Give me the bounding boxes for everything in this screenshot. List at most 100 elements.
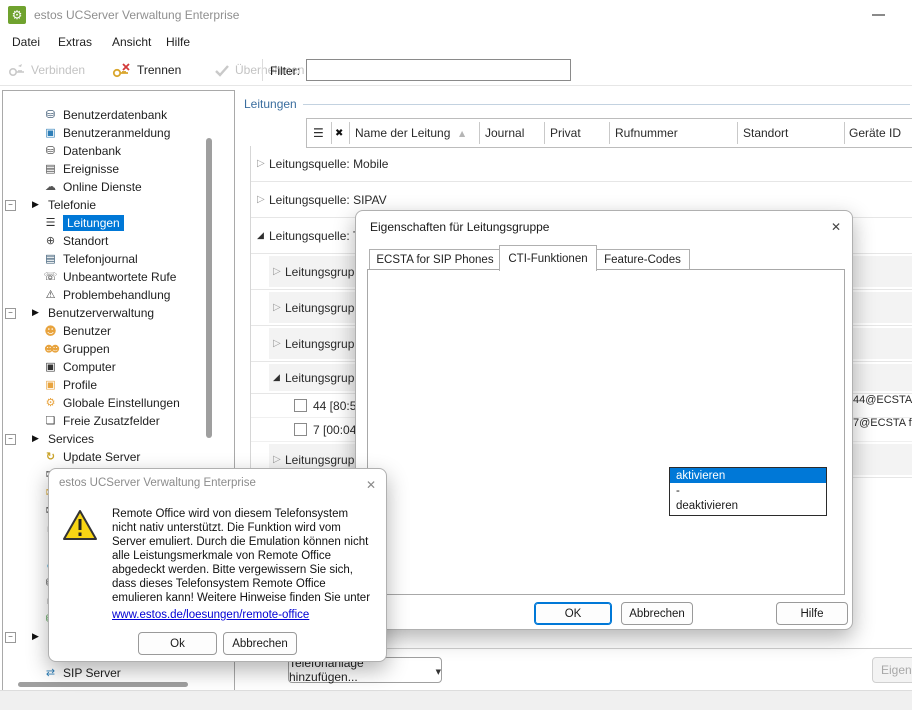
header-separator — [479, 122, 480, 144]
user-database-icon — [43, 107, 58, 123]
tab-ecsta-for-sip-phones[interactable]: ECSTA for SIP Phones — [369, 249, 501, 271]
ok-button[interactable]: OK — [534, 602, 612, 625]
tab-cti-funktionen[interactable]: CTI-Funktionen — [499, 245, 597, 271]
sidebar-item-benutzerverwaltung[interactable]: Benutzerverwaltung — [3, 304, 203, 322]
computer-icon — [43, 359, 58, 375]
chevron-right-icon[interactable] — [273, 302, 285, 313]
column-name-der-leitung[interactable]: Name der Leitung — [355, 119, 450, 147]
sidebar-item-update-server[interactable]: Update Server — [3, 448, 203, 466]
lines-icon — [43, 215, 58, 231]
sidebar-item-benutzerdatenbank[interactable]: Benutzerdatenbank — [3, 106, 203, 124]
sidebar-item-leitungen[interactable]: Leitungen — [3, 214, 203, 232]
chevron-right-icon[interactable] — [273, 266, 285, 277]
warning-abbrechen-button[interactable]: Abbrechen — [223, 632, 297, 655]
filter-input[interactable] — [306, 59, 571, 81]
dialog-title: Eigenschaften für Leitungsgruppe — [370, 220, 549, 234]
sidebar-item-profile[interactable]: Profile — [3, 376, 203, 394]
sidebar-item-gruppen[interactable]: Gruppen — [3, 340, 203, 358]
leitungen-group-label: Leitungen — [244, 97, 303, 111]
eigenschaften-button[interactable]: Eigens — [872, 657, 912, 683]
sidebar-item-unbeantwortete-rufe[interactable]: Unbeantwortete Rufe — [3, 268, 203, 286]
collapse-box-icon[interactable] — [5, 632, 16, 643]
lines-filter-icon[interactable] — [313, 119, 324, 147]
collapse-box-icon[interactable] — [5, 434, 16, 445]
trennen-button[interactable]: Trennen — [112, 59, 181, 81]
collapse-box-icon[interactable] — [5, 308, 16, 319]
sidebar-item-sip-server[interactable]: SIP Server — [3, 664, 203, 682]
sidebar-item-services[interactable]: Services — [3, 430, 203, 448]
group-rule — [300, 104, 910, 105]
menu-extras[interactable]: Extras — [58, 35, 92, 49]
tab-feature-codes[interactable]: Feature-Codes — [595, 249, 690, 271]
close-icon[interactable] — [828, 219, 844, 235]
warning-message: Remote Office wird von diesem Telefonsys… — [112, 507, 374, 605]
line-checkbox[interactable] — [294, 423, 307, 436]
menu-bar: Datei Extras Ansicht Hilfe — [0, 30, 912, 56]
sidebar-item-standort[interactable]: Standort — [3, 232, 203, 250]
close-icon[interactable] — [363, 477, 379, 493]
column-rufnummer[interactable]: Rufnummer — [615, 119, 678, 147]
table-row-leitungsquelle-mobile[interactable]: Leitungsquelle: Mobile — [251, 146, 912, 182]
cloud-icon — [43, 179, 58, 195]
chevron-right-icon[interactable] — [257, 158, 269, 169]
collapse-box-icon[interactable] — [5, 200, 16, 211]
sidebar-item-benutzer[interactable]: Benutzer — [3, 322, 203, 340]
column-standort[interactable]: Standort — [743, 119, 788, 147]
sort-ascending-icon — [459, 119, 465, 147]
sidebar-item-datenbank[interactable]: Datenbank — [3, 142, 203, 160]
filter-label: Filter: — [270, 64, 300, 78]
sidebar-item-telefonjournal[interactable]: Telefonjournal — [3, 250, 203, 268]
app-window: ⚙ estos UCServer Verwaltung Enterprise D… — [0, 0, 912, 710]
chevron-right-icon[interactable] — [273, 338, 285, 349]
option-dash[interactable]: - — [670, 483, 826, 498]
column-geraete-id[interactable]: Geräte ID — [849, 119, 901, 147]
chevron-right-icon[interactable] — [257, 194, 269, 205]
remote-office-link[interactable]: www.estos.de/loesungen/remote-office — [112, 609, 309, 621]
verbinden-button[interactable]: Verbinden — [8, 59, 85, 81]
hilfe-button[interactable]: Hilfe — [776, 602, 848, 625]
expanded-arrow-icon — [32, 308, 44, 318]
chevron-right-icon[interactable] — [273, 454, 285, 465]
header-separator — [349, 122, 350, 144]
column-privat[interactable]: Privat — [550, 119, 581, 147]
option-deaktivieren[interactable]: deaktivieren — [670, 498, 826, 513]
sidebar-vertical-scrollbar[interactable] — [206, 138, 212, 438]
trennen-label: Trennen — [137, 63, 181, 77]
header-separator — [844, 122, 845, 144]
sidebar-item-computer[interactable]: Computer — [3, 358, 203, 376]
warning-ok-button[interactable]: Ok — [138, 632, 217, 655]
abbrechen-button[interactable]: Abbrechen — [621, 602, 693, 625]
header-separator — [737, 122, 738, 144]
globe-icon — [43, 233, 58, 249]
events-icon — [43, 161, 58, 177]
minimize-button[interactable] — [872, 14, 885, 16]
sidebar-item-problembehandlung[interactable]: Problembehandlung — [3, 286, 203, 304]
journal-icon — [43, 251, 58, 267]
geraete-id-cell: 7@ECSTA f — [853, 417, 912, 429]
menu-datei[interactable]: Datei — [12, 35, 40, 49]
expanded-arrow-icon — [32, 632, 44, 642]
tab-page — [367, 269, 845, 595]
menu-hilfe[interactable]: Hilfe — [166, 35, 190, 49]
sidebar-item-benutzeranmeldung[interactable]: Benutzeranmeldung — [3, 124, 203, 142]
toolbar: Verbinden Trennen Übernehmen Filter: — [0, 56, 912, 86]
users-icon — [43, 341, 58, 357]
expanded-arrow-icon — [32, 200, 44, 210]
sidebar-horizontal-scrollbar[interactable] — [18, 682, 188, 687]
line-checkbox[interactable] — [294, 399, 307, 412]
sidebar-item-online-dienste[interactable]: Online Dienste — [3, 178, 203, 196]
sidebar-item-freie-zusatzfelder[interactable]: Freie Zusatzfelder — [3, 412, 203, 430]
option-aktivieren[interactable]: aktivieren — [670, 468, 826, 483]
user-login-icon — [43, 125, 58, 141]
sidebar-item-telefonie[interactable]: Telefonie — [3, 196, 203, 214]
status-strip — [0, 690, 912, 710]
sidebar-item-globale-einstellungen[interactable]: Globale Einstellungen — [3, 394, 203, 412]
user-icon — [43, 323, 58, 339]
chevron-expanded-icon[interactable] — [273, 373, 285, 383]
column-journal[interactable]: Journal — [485, 119, 524, 147]
chevron-expanded-icon[interactable] — [257, 231, 269, 241]
clear-x-icon[interactable] — [335, 119, 343, 147]
menu-ansicht[interactable]: Ansicht — [112, 35, 151, 49]
dropdown-popup: aktivieren - deaktivieren — [669, 467, 827, 516]
sidebar-item-ereignisse[interactable]: Ereignisse — [3, 160, 203, 178]
